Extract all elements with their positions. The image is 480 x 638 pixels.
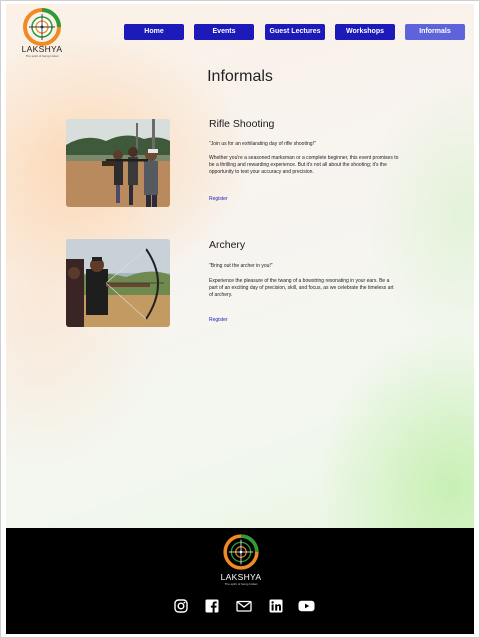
instagram-icon[interactable]: [174, 599, 188, 613]
nav-guest-lectures-button[interactable]: Guest Lectures: [265, 24, 325, 40]
mail-icon[interactable]: [236, 599, 252, 613]
header-logo[interactable]: LAKSHYA The spirit of being Indian: [17, 8, 67, 60]
facebook-icon[interactable]: [205, 599, 219, 613]
target-logo-icon: [23, 8, 61, 46]
page-title: Informals: [207, 68, 273, 85]
card-title: Archery: [209, 239, 246, 251]
nav-events-button[interactable]: Events: [194, 24, 254, 40]
footer-logo-tagline: The spirit of being Indian: [224, 582, 258, 586]
nav-workshops-button[interactable]: Workshops: [335, 24, 395, 40]
footer-logo[interactable]: LAKSHYA The spirit of being Indian: [219, 531, 263, 586]
archery-photo: [66, 239, 170, 327]
linkedin-icon[interactable]: [269, 599, 283, 613]
register-link[interactable]: Register: [209, 196, 228, 202]
page-body: LAKSHYA The spirit of being Indian Home …: [6, 4, 474, 528]
card-title: Rifle Shooting: [209, 118, 275, 130]
card-description: Experience the pleasure of the twang of …: [209, 278, 394, 299]
site-footer: LAKSHYA The spirit of being Indian: [6, 528, 474, 634]
card-description: Whether you're a seasoned marksman or a …: [209, 155, 399, 176]
rifle-shooting-photo: [66, 119, 170, 207]
nav-informals-button[interactable]: Informals: [405, 24, 465, 40]
register-link[interactable]: Register: [209, 317, 228, 323]
card-quote: "Join us for an exhilarating day of rifl…: [209, 141, 316, 147]
nav-home-button[interactable]: Home: [124, 24, 184, 40]
target-logo-icon: [223, 534, 259, 570]
card-quote: "Bring out the archer in you!": [209, 263, 273, 269]
logo-tagline: The spirit of being Indian: [25, 54, 59, 58]
footer-logo-wordmark: LAKSHYA: [220, 572, 262, 582]
logo-wordmark: LAKSHYA: [21, 44, 63, 54]
youtube-icon[interactable]: [298, 599, 315, 613]
